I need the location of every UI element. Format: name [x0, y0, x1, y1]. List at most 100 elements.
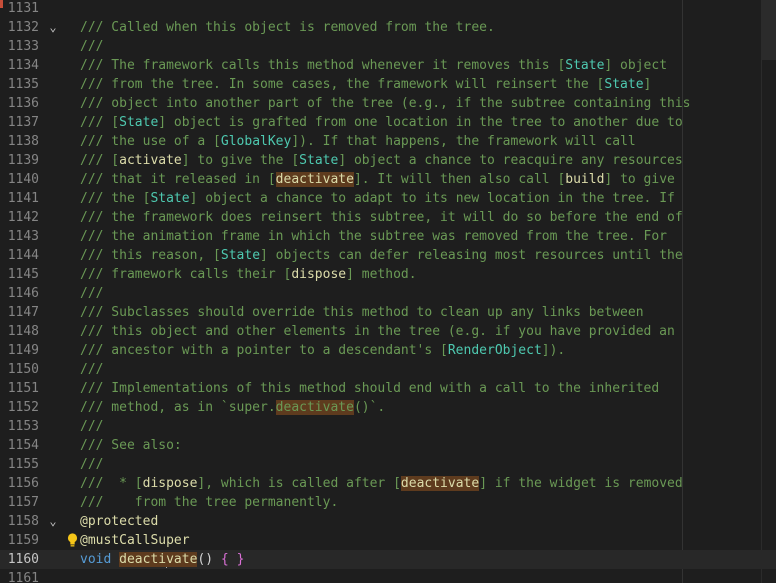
code-token: ()`.: [353, 400, 386, 415]
code-token: dispose: [291, 267, 347, 282]
doc-reference-token: State: [604, 77, 644, 92]
code-line[interactable]: 1151 /// Implementations of this method s…: [0, 379, 776, 398]
highlighted-occurrence: vate: [166, 552, 198, 567]
code-text[interactable]: /// [activate] to give the [State] objec…: [80, 151, 683, 170]
code-token: activate: [119, 153, 182, 168]
code-token: ]). If that happens, the framework will …: [291, 134, 636, 149]
code-token: /// the animation frame in which the sub…: [80, 229, 667, 244]
code-line[interactable]: 1150 ///: [0, 360, 776, 379]
code-text[interactable]: /// * [dispose], which is called after […: [80, 474, 683, 493]
code-text[interactable]: @mustCallSuper: [80, 531, 190, 550]
code-token: ] to give: [604, 172, 675, 187]
code-line[interactable]: 1135 /// from the tree. In some cases, th…: [0, 75, 776, 94]
code-text[interactable]: /// the animation frame in which the sub…: [80, 227, 667, 246]
code-text[interactable]: /// the framework does reinsert this sub…: [80, 208, 683, 227]
line-number: 1138: [7, 134, 39, 149]
code-line[interactable]: 1153 ///: [0, 417, 776, 436]
code-token: ///: [80, 286, 104, 301]
code-token: /// object into another part of the tree…: [80, 96, 691, 111]
doc-reference-token: State: [220, 248, 261, 263]
code-token: void: [80, 552, 120, 567]
code-line[interactable]: 1133 ///: [0, 37, 776, 56]
code-text[interactable]: /// Called when this object is removed f…: [80, 18, 495, 37]
code-text[interactable]: /// that it released in [deactivate]. It…: [80, 170, 675, 189]
code-line[interactable]: 1139 /// [activate] to give the [State] o…: [0, 151, 776, 170]
line-number: 1157: [7, 495, 39, 510]
code-text[interactable]: /// The framework calls this method when…: [80, 56, 667, 75]
code-text[interactable]: /// the use of a [GlobalKey]). If that h…: [80, 132, 636, 151]
line-number: 1137: [7, 115, 39, 130]
code-token: dispose: [142, 476, 198, 491]
code-text[interactable]: /// object into another part of the tree…: [80, 94, 690, 113]
code-line[interactable]: 1143 /// the animation frame in which the…: [0, 227, 776, 246]
line-number: 1150: [7, 362, 39, 377]
code-line[interactable]: 1136 /// object into another part of the …: [0, 94, 776, 113]
code-line[interactable]: 1147 /// Subclasses should override this …: [0, 303, 776, 322]
code-line[interactable]: 1142 /// the framework does reinsert this…: [0, 208, 776, 227]
code-line[interactable]: 1145 /// framework calls their [dispose] …: [0, 265, 776, 284]
code-text[interactable]: ///: [80, 37, 103, 56]
code-text[interactable]: /// [State] object is grafted from one l…: [80, 113, 683, 132]
code-line[interactable]: 1160 void deactivate() { }: [0, 550, 776, 569]
code-line[interactable]: 1155 ///: [0, 455, 776, 474]
code-token: /// [: [80, 153, 120, 168]
code-line[interactable]: 1148 /// this object and other elements i…: [0, 322, 776, 341]
code-text[interactable]: /// Implementations of this method shoul…: [80, 379, 659, 398]
code-text[interactable]: ///: [80, 284, 103, 303]
code-line[interactable]: 1156 /// * [dispose], which is called aft…: [0, 474, 776, 493]
code-text[interactable]: /// this reason, [State] objects can def…: [80, 246, 683, 265]
code-editor[interactable]: 1131 1132 ⌄ /// Called when this object is …: [0, 0, 776, 583]
code-token: /// from the tree permanently.: [80, 495, 339, 510]
code-line[interactable]: 1152 /// method, as in `super.deactivate(…: [0, 398, 776, 417]
line-number: 1149: [7, 343, 39, 358]
code-text[interactable]: /// See also:: [80, 436, 182, 455]
code-line[interactable]: 1138 /// the use of a [GlobalKey]). If th…: [0, 132, 776, 151]
code-token: @protected: [80, 514, 159, 529]
code-text[interactable]: /// from the tree permanently.: [80, 493, 338, 512]
fold-chevron-icon[interactable]: ⌄: [46, 512, 60, 531]
code-line[interactable]: 1144 /// this reason, [State] objects can…: [0, 246, 776, 265]
code-line[interactable]: 1149 /// ancestor with a pointer to a des…: [0, 341, 776, 360]
code-text[interactable]: /// from the tree. In some cases, the fr…: [80, 75, 651, 94]
fold-chevron-icon[interactable]: ⌄: [46, 18, 60, 37]
line-number: 1155: [7, 457, 39, 472]
code-line[interactable]: 1140 /// that it released in [deactivate]…: [0, 170, 776, 189]
code-line[interactable]: 1159 @mustCallSuper: [0, 531, 776, 550]
code-line[interactable]: 1132 ⌄ /// Called when this object is remo…: [0, 18, 776, 37]
code-token: /// Called when this object is removed f…: [80, 20, 495, 35]
code-text[interactable]: ///: [80, 455, 103, 474]
code-token: /// the framework does reinsert this sub…: [80, 210, 683, 225]
code-line[interactable]: 1131: [0, 0, 776, 18]
code-token: /// Implementations of this method shoul…: [80, 381, 660, 396]
code-text[interactable]: ///: [80, 417, 103, 436]
code-text[interactable]: /// Subclasses should override this meth…: [80, 303, 644, 322]
code-token: ]. It will then also call [: [353, 172, 566, 187]
code-line[interactable]: 1134 /// The framework calls this method …: [0, 56, 776, 75]
code-line[interactable]: 1158 ⌄ @protected: [0, 512, 776, 531]
code-token: ] object a chance to reacquire any resou…: [338, 153, 683, 168]
code-token: /// framework calls their [: [80, 267, 292, 282]
code-line[interactable]: 1137 /// [State] object is grafted from o…: [0, 113, 776, 132]
code-token: ], which is called after [: [197, 476, 401, 491]
code-text[interactable]: /// method, as in `super.deactivate()`.: [80, 398, 385, 417]
lightbulb-icon[interactable]: [66, 532, 79, 549]
code-line[interactable]: 1157 /// from the tree permanently.: [0, 493, 776, 512]
code-line[interactable]: 1146 ///: [0, 284, 776, 303]
code-text[interactable]: /// this object and other elements in th…: [80, 322, 675, 341]
code-text[interactable]: ///: [80, 360, 103, 379]
line-number: 1160: [7, 552, 39, 567]
code-token: ///: [80, 362, 104, 377]
code-text[interactable]: /// ancestor with a pointer to a descend…: [80, 341, 565, 360]
line-number: 1140: [7, 172, 39, 187]
doc-reference-token: State: [119, 115, 159, 130]
code-line[interactable]: 1141 /// the [State] object a chance to a…: [0, 189, 776, 208]
line-number: 1131: [7, 1, 39, 16]
code-text[interactable]: void deactivate() { }: [80, 550, 244, 569]
line-number: 1151: [7, 381, 39, 396]
code-text[interactable]: @protected: [80, 512, 158, 531]
code-text[interactable]: /// the [State] object a chance to adapt…: [80, 189, 675, 208]
code-line[interactable]: 1154 /// See also:: [0, 436, 776, 455]
code-line[interactable]: 1161: [0, 569, 776, 583]
code-text[interactable]: /// framework calls their [dispose] meth…: [80, 265, 417, 284]
code-token: /// method, as in `super.: [80, 400, 276, 415]
